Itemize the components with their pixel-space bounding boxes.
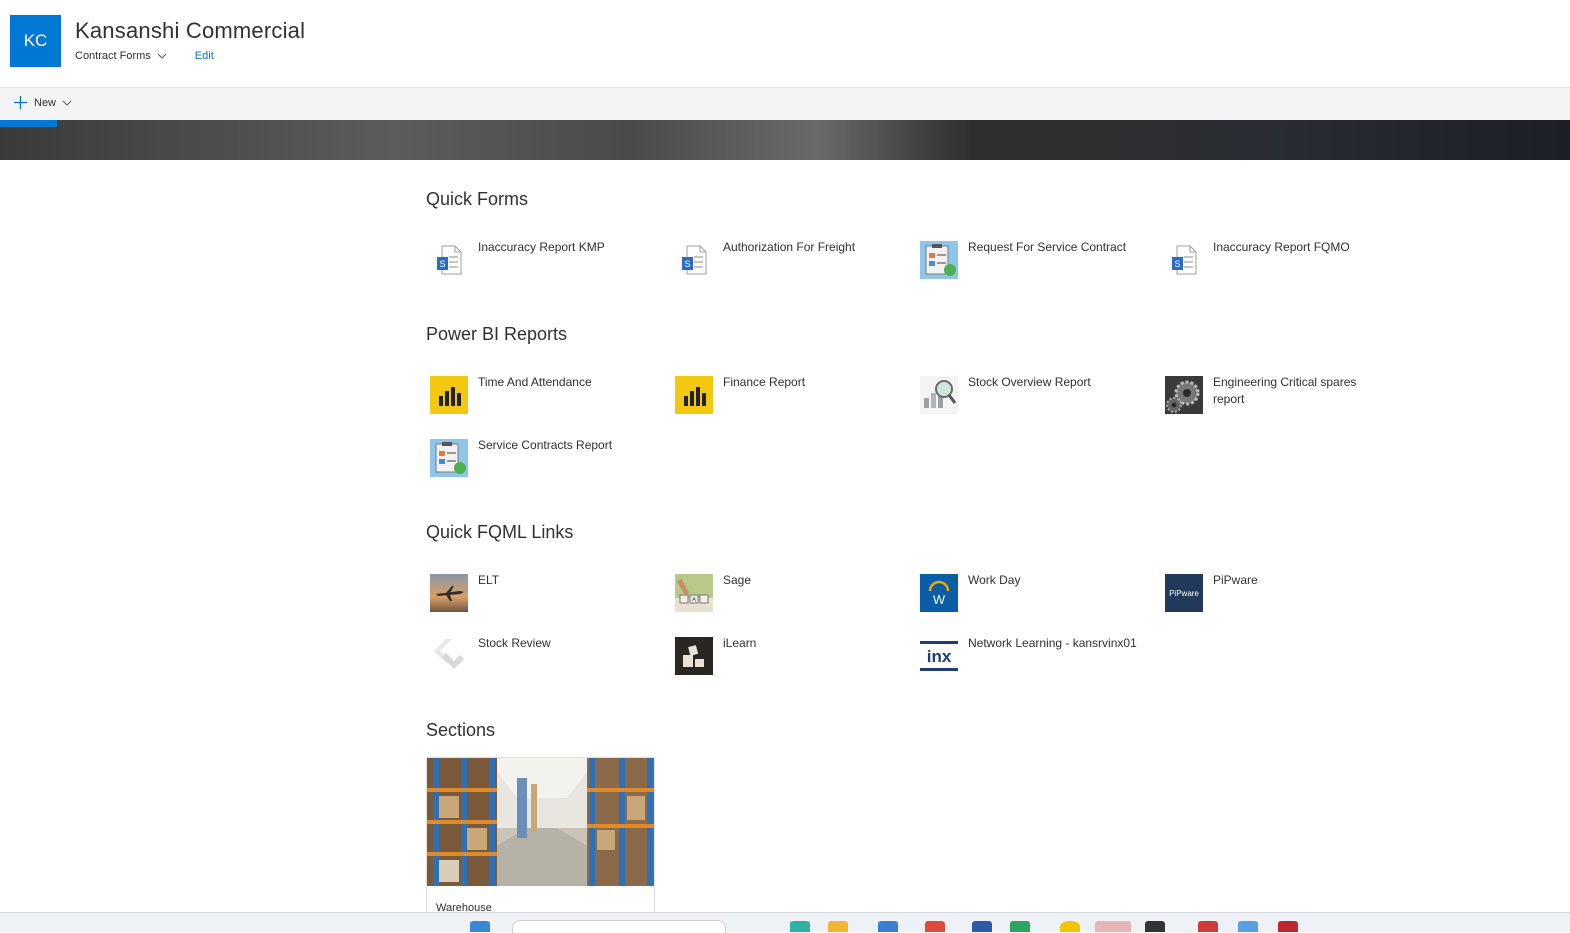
quick-link-label: Stock Overview Report: [968, 375, 1091, 389]
taskbar-app-icon[interactable]: [1095, 921, 1131, 932]
svg-text:S: S: [684, 259, 690, 269]
quick-link-label: iLearn: [723, 636, 757, 650]
warehouse-image: [427, 758, 654, 886]
site-header: KC Kansanshi Commercial Contract Forms E…: [0, 0, 1570, 87]
quick-link[interactable]: S Inaccuracy Report KMP: [426, 240, 656, 279]
clipboard-image-icon: [920, 241, 958, 279]
magnifier-chart-icon: [920, 376, 958, 414]
quick-link-label: Inaccuracy Report KMP: [478, 240, 605, 254]
excel-icon[interactable]: [1010, 921, 1030, 932]
quick-link-label: PiPware: [1213, 573, 1258, 587]
taskbar-search-box[interactable]: [512, 920, 726, 933]
airplane-icon: [430, 574, 468, 612]
quick-link[interactable]: Service Contracts Report: [426, 438, 656, 477]
power-bi-icon: [430, 376, 468, 414]
taskbar-app-icon[interactable]: [1060, 921, 1080, 932]
folder-icon[interactable]: [828, 921, 848, 932]
power-bi-icon: [675, 376, 713, 414]
site-title[interactable]: Kansanshi Commercial: [75, 18, 305, 44]
chrome-icon[interactable]: [925, 921, 945, 932]
quick-link-label: Request For Service Contract: [968, 240, 1127, 254]
os-taskbar: [0, 912, 1570, 933]
terminal-icon[interactable]: [1145, 921, 1165, 932]
clipboard-image-icon: [430, 439, 468, 477]
command-bar: New: [0, 87, 1570, 121]
quick-link-label: Network Learning - kansrvinx01: [968, 636, 1137, 650]
quick-link[interactable]: ELT: [426, 573, 656, 612]
quick-link[interactable]: iLearn: [671, 636, 901, 675]
quick-link-label: Stock Review: [478, 636, 551, 650]
chevron-logo-icon: [430, 637, 468, 675]
taskbar-app-icon[interactable]: [1198, 921, 1218, 932]
sharepoint-form-icon: S: [1165, 241, 1203, 279]
taskbar-app-icon[interactable]: [790, 921, 810, 932]
gears-icon: [1165, 376, 1203, 414]
edit-link[interactable]: Edit: [195, 50, 214, 62]
taskbar-app-icon[interactable]: [878, 921, 898, 932]
quick-link-label: Inaccuracy Report FQMO: [1213, 240, 1350, 254]
quick-link-label: Finance Report: [723, 375, 806, 389]
chevron-down-icon: [62, 100, 72, 106]
quick-link[interactable]: Engineering Critical spares report: [1161, 375, 1391, 414]
site-logo[interactable]: KC: [10, 15, 61, 67]
quick-link[interactable]: Stock Overview Report: [916, 375, 1146, 414]
quick-link[interactable]: inx Network Learning - kansrvinx01: [916, 636, 1146, 675]
quick-link-label: ELT: [478, 573, 500, 587]
quick-forms-title: Quick Forms: [426, 189, 529, 209]
ilearn-icon: [675, 637, 713, 675]
quick-link[interactable]: PiPware PiPware: [1161, 573, 1391, 612]
quick-link[interactable]: W Work Day: [916, 573, 1146, 612]
svg-text:S: S: [439, 259, 445, 269]
quick-link[interactable]: Finance Report: [671, 375, 901, 414]
quick-link[interactable]: A Sage: [671, 573, 901, 612]
sharepoint-form-icon: S: [675, 241, 713, 279]
quick-link-label: Work Day: [968, 573, 1021, 587]
quick-link[interactable]: Stock Review: [426, 636, 656, 675]
quick-link[interactable]: S Inaccuracy Report FQMO: [1161, 240, 1391, 279]
quick-link[interactable]: S Authorization For Freight: [671, 240, 901, 279]
sharepoint-form-icon: S: [430, 241, 468, 279]
hero-banner: [0, 120, 1570, 160]
plus-icon: [14, 96, 27, 109]
taskbar-app-icon[interactable]: [972, 921, 992, 932]
pipware-icon: PiPware: [1165, 574, 1203, 612]
quick-link-label: Engineering Critical spares report: [1213, 375, 1357, 406]
windows-start-icon[interactable]: [470, 921, 490, 932]
quick-link[interactable]: Request For Service Contract: [916, 240, 1146, 279]
quick-link-label: Sage: [723, 573, 752, 587]
svg-text:inx: inx: [927, 647, 952, 666]
taskbar-app-icon[interactable]: [1238, 921, 1258, 932]
new-button-label: New: [34, 96, 57, 109]
quick-link-label: Time And Attendance: [478, 375, 592, 389]
site-nav: Contract Forms Edit: [75, 50, 214, 62]
svg-text:PiPware: PiPware: [1169, 589, 1199, 598]
chevron-down-icon[interactable]: [157, 51, 167, 61]
new-button[interactable]: New: [14, 96, 72, 109]
tab-indicator: [0, 120, 57, 127]
workday-icon: W: [920, 574, 958, 612]
section-card-warehouse[interactable]: Warehouse: [426, 757, 655, 919]
nav-contract-forms[interactable]: Contract Forms: [75, 50, 151, 62]
power-bi-title: Power BI Reports: [426, 324, 568, 344]
inx-icon: inx: [920, 637, 958, 675]
dice-icon: A: [675, 574, 713, 612]
taskbar-app-icon[interactable]: [1278, 921, 1298, 932]
section-card-label: Warehouse: [436, 902, 492, 914]
quick-link-label: Authorization For Freight: [723, 240, 856, 254]
svg-text:W: W: [933, 592, 946, 607]
quick-link-label: Service Contracts Report: [478, 438, 613, 452]
sections-title: Sections: [426, 720, 496, 740]
svg-text:S: S: [1174, 259, 1180, 269]
svg-text:A: A: [692, 598, 696, 604]
fqml-links-title: Quick FQML Links: [426, 522, 574, 542]
quick-link[interactable]: Time And Attendance: [426, 375, 656, 414]
